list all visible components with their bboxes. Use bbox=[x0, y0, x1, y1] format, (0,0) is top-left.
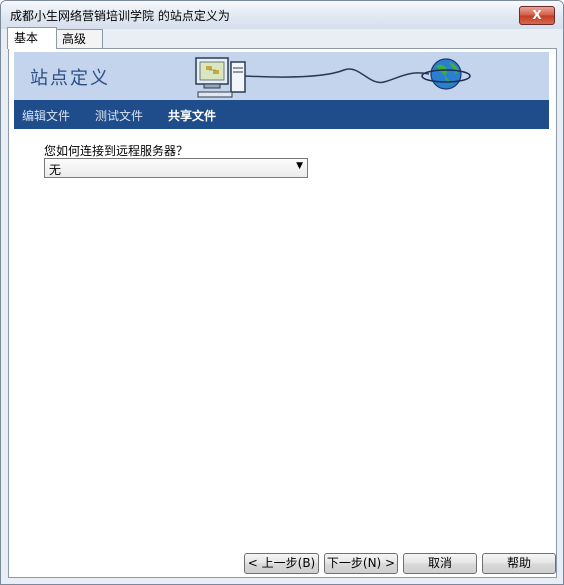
close-button[interactable]: X bbox=[519, 6, 555, 25]
site-definition-dialog: 成都小生网络营销培训学院 的站点定义为 X 基本 高级 站点定义 编辑文件 测试… bbox=[0, 0, 564, 585]
tab-basic-label: 基本 bbox=[14, 31, 39, 45]
back-button[interactable]: < 上一步(B) bbox=[244, 553, 319, 574]
connection-question: 您如何连接到远程服务器？ bbox=[44, 144, 189, 158]
nav-shared-files[interactable]: 共享文件 bbox=[168, 107, 216, 124]
tab-advanced[interactable]: 高级 bbox=[55, 29, 103, 48]
network-illustration-icon bbox=[195, 57, 471, 98]
next-button[interactable]: 下一步(N) > bbox=[324, 553, 398, 574]
nav-edit-files[interactable]: 编辑文件 bbox=[22, 107, 70, 124]
title-bar[interactable]: 成都小生网络营销培训学院 的站点定义为 X bbox=[1, 1, 563, 29]
close-icon: X bbox=[532, 8, 542, 22]
tab-basic[interactable]: 基本 bbox=[7, 27, 57, 49]
main-panel: 站点定义 编辑文件 测试文件 共享文件 您如何连接到远程服务器？ 无 ▼ < 上… bbox=[8, 48, 557, 578]
banner-title: 站点定义 bbox=[30, 68, 110, 89]
window-title: 成都小生网络营销培训学院 的站点定义为 bbox=[10, 9, 230, 23]
step-nav: 编辑文件 测试文件 共享文件 bbox=[14, 100, 549, 129]
cancel-button[interactable]: 取消 bbox=[403, 553, 477, 574]
header-banner: 站点定义 bbox=[14, 52, 549, 100]
remote-connection-value: 无 bbox=[49, 163, 62, 177]
tab-advanced-label: 高级 bbox=[62, 32, 87, 46]
chevron-down-icon: ▼ bbox=[296, 161, 303, 171]
nav-test-files[interactable]: 测试文件 bbox=[95, 107, 143, 124]
remote-connection-select[interactable]: 无 ▼ bbox=[44, 158, 308, 178]
help-button[interactable]: 帮助 bbox=[482, 553, 556, 574]
